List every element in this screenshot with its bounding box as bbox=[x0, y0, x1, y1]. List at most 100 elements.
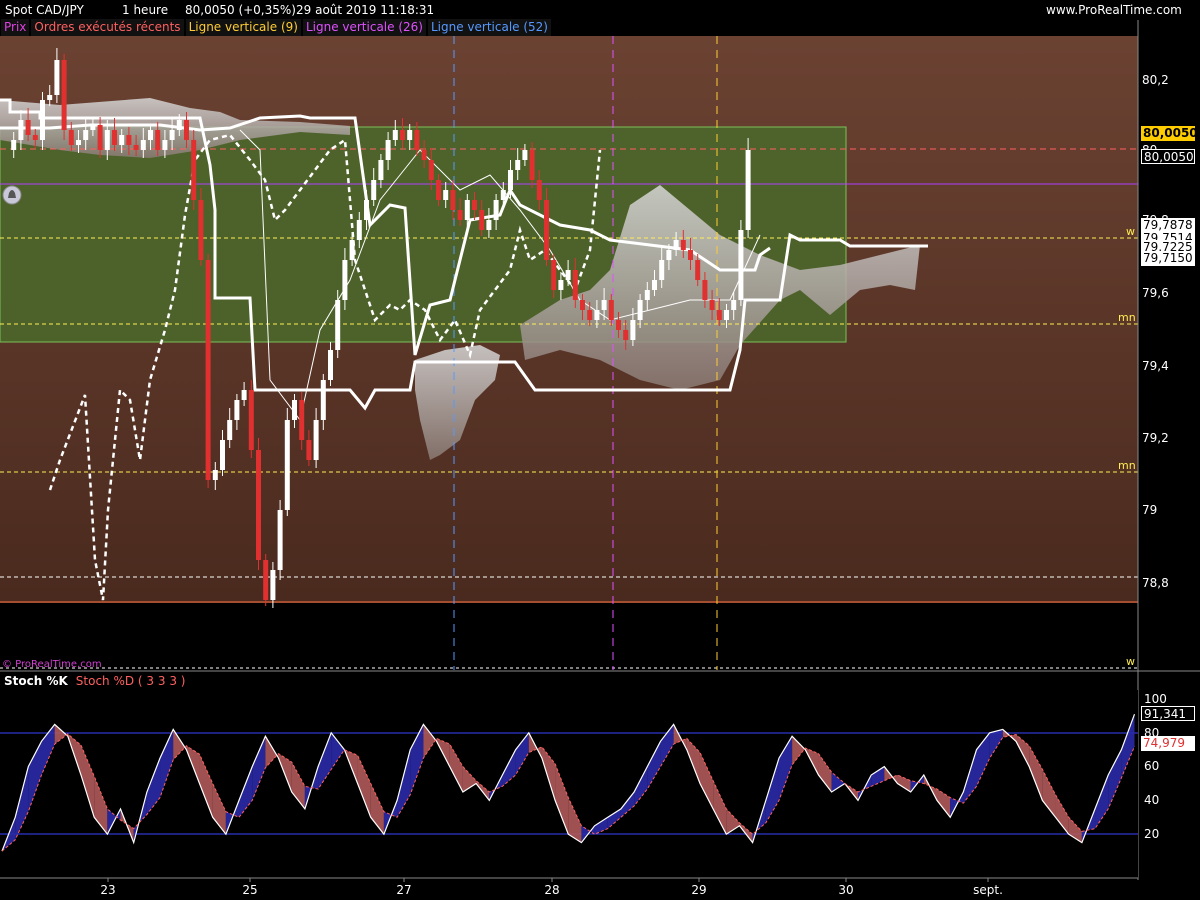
candle-bear bbox=[551, 260, 557, 290]
candle-bear bbox=[400, 130, 405, 140]
candle-bear bbox=[205, 260, 211, 480]
price-tick-label: 78,8 bbox=[1142, 576, 1169, 590]
candle-bull bbox=[356, 220, 362, 240]
candle-bull bbox=[292, 400, 297, 420]
candle-bear bbox=[61, 60, 67, 130]
legend-stoch-d[interactable]: Stoch %D ( 3 3 3 ) bbox=[72, 673, 189, 690]
candle-bull bbox=[666, 250, 672, 260]
candle-bear bbox=[616, 320, 621, 330]
candle-bull bbox=[83, 130, 89, 140]
timeframe[interactable]: 1 heure bbox=[122, 3, 168, 17]
legend-stoch-k[interactable]: Stoch %K bbox=[1, 673, 71, 690]
last-price-tag: 80,0050 bbox=[1141, 126, 1198, 141]
stoch-k-tag: 91,341 bbox=[1141, 706, 1195, 721]
candle-bull bbox=[76, 140, 81, 145]
time-tick-label: 27 bbox=[396, 883, 411, 897]
candle-bull bbox=[313, 420, 319, 460]
candle-bear bbox=[25, 120, 31, 135]
legend-prix[interactable]: Prix bbox=[1, 19, 30, 36]
candle-bull bbox=[486, 220, 492, 230]
candle-bull bbox=[565, 270, 571, 280]
indicator-legend: Stoch %K Stoch %D ( 3 3 3 ) bbox=[1, 673, 190, 690]
candle-bull bbox=[234, 400, 240, 420]
candle-bull bbox=[270, 570, 276, 600]
candle-bear bbox=[472, 200, 477, 210]
candle-bull bbox=[515, 160, 521, 170]
alert-bell-icon[interactable] bbox=[2, 185, 22, 205]
candle-bear bbox=[256, 450, 261, 560]
candle-bull bbox=[745, 150, 751, 230]
candle-bear bbox=[184, 120, 189, 140]
stoch-tick-label: 20 bbox=[1144, 827, 1159, 841]
candle-bull bbox=[335, 300, 341, 350]
candle-bear bbox=[68, 130, 74, 145]
site-name: www.ProRealTime.com bbox=[1046, 3, 1182, 17]
price-change: 80,0050 (+0,35%) bbox=[185, 3, 296, 17]
time-tick-label: 25 bbox=[242, 883, 257, 897]
datetime: 29 août 2019 11:18:31 bbox=[296, 3, 435, 17]
candle-bear bbox=[623, 330, 629, 340]
candle-bear bbox=[263, 560, 269, 600]
price-panel-lower-black bbox=[0, 603, 1138, 670]
candle-bull bbox=[54, 60, 60, 95]
legend-vline-52[interactable]: Ligne verticale (52) bbox=[427, 19, 551, 36]
candle-bear bbox=[299, 400, 305, 440]
level-label-w2: w bbox=[1126, 655, 1135, 668]
candle-bear bbox=[688, 250, 693, 260]
time-tick-label: 29 bbox=[691, 883, 706, 897]
candle-bull bbox=[328, 350, 333, 380]
candle-bull bbox=[464, 200, 470, 220]
time-tick-label: 23 bbox=[100, 883, 115, 897]
bid-price-tag: 80,0050 bbox=[1141, 149, 1195, 164]
time-tick-label: sept. bbox=[973, 883, 1003, 897]
candle-bull bbox=[169, 130, 175, 140]
candle-bear bbox=[421, 150, 427, 160]
candle-bull bbox=[738, 230, 744, 300]
candle-bull bbox=[18, 120, 24, 140]
candle-bull bbox=[500, 190, 506, 200]
candle-bear bbox=[155, 130, 161, 150]
candle-bull bbox=[162, 140, 168, 150]
candle-bull bbox=[342, 260, 348, 300]
legend-bar: Prix Ordres exécutés récents Ligne verti… bbox=[1, 19, 553, 36]
candle-bear bbox=[716, 310, 722, 320]
candle-bull bbox=[724, 310, 729, 320]
level-label-mn2: mn bbox=[1118, 459, 1136, 472]
candle-bull bbox=[644, 290, 650, 300]
price-axis-bg bbox=[1138, 20, 1200, 670]
candle-bull bbox=[320, 380, 326, 420]
candle-bull bbox=[140, 140, 146, 150]
candle-bull bbox=[601, 300, 607, 310]
legend-vline-26[interactable]: Ligne verticale (26) bbox=[302, 19, 426, 36]
candle-bear bbox=[306, 440, 312, 460]
candle-bear bbox=[572, 270, 578, 300]
candle-bull bbox=[119, 135, 125, 145]
candle-bull bbox=[349, 240, 355, 260]
copyright: © ProRealTime.com bbox=[2, 659, 102, 670]
candle-bear bbox=[133, 145, 139, 150]
candle-bear bbox=[450, 190, 456, 210]
candle-bear bbox=[32, 135, 38, 140]
time-tick-label: 28 bbox=[544, 883, 559, 897]
candle-bull bbox=[227, 420, 233, 440]
candle-bull bbox=[364, 200, 369, 220]
candle-bear bbox=[536, 180, 542, 200]
candle-bear bbox=[608, 300, 614, 320]
legend-orders[interactable]: Ordres exécutés récents bbox=[31, 19, 184, 36]
legend-vline-9[interactable]: Ligne verticale (9) bbox=[185, 19, 301, 36]
candle-bear bbox=[198, 200, 204, 260]
candle-bear bbox=[680, 240, 686, 250]
candle-bear bbox=[695, 260, 701, 280]
candle-bear bbox=[544, 200, 549, 260]
candle-bear bbox=[709, 300, 715, 310]
candle-bull bbox=[522, 150, 528, 160]
stoch-d-tag: 74,979 bbox=[1141, 736, 1195, 751]
candle-bull bbox=[558, 280, 564, 290]
candle-bear bbox=[126, 135, 132, 145]
candle-bull bbox=[385, 140, 391, 160]
price-tick-label: 80,2 bbox=[1142, 73, 1169, 87]
chart-canvas[interactable]: 80,28079,879,679,479,27978,8 10080604020… bbox=[0, 0, 1200, 900]
candle-bear bbox=[580, 300, 585, 310]
candle-bear bbox=[191, 140, 197, 200]
candle-bull bbox=[11, 140, 17, 150]
